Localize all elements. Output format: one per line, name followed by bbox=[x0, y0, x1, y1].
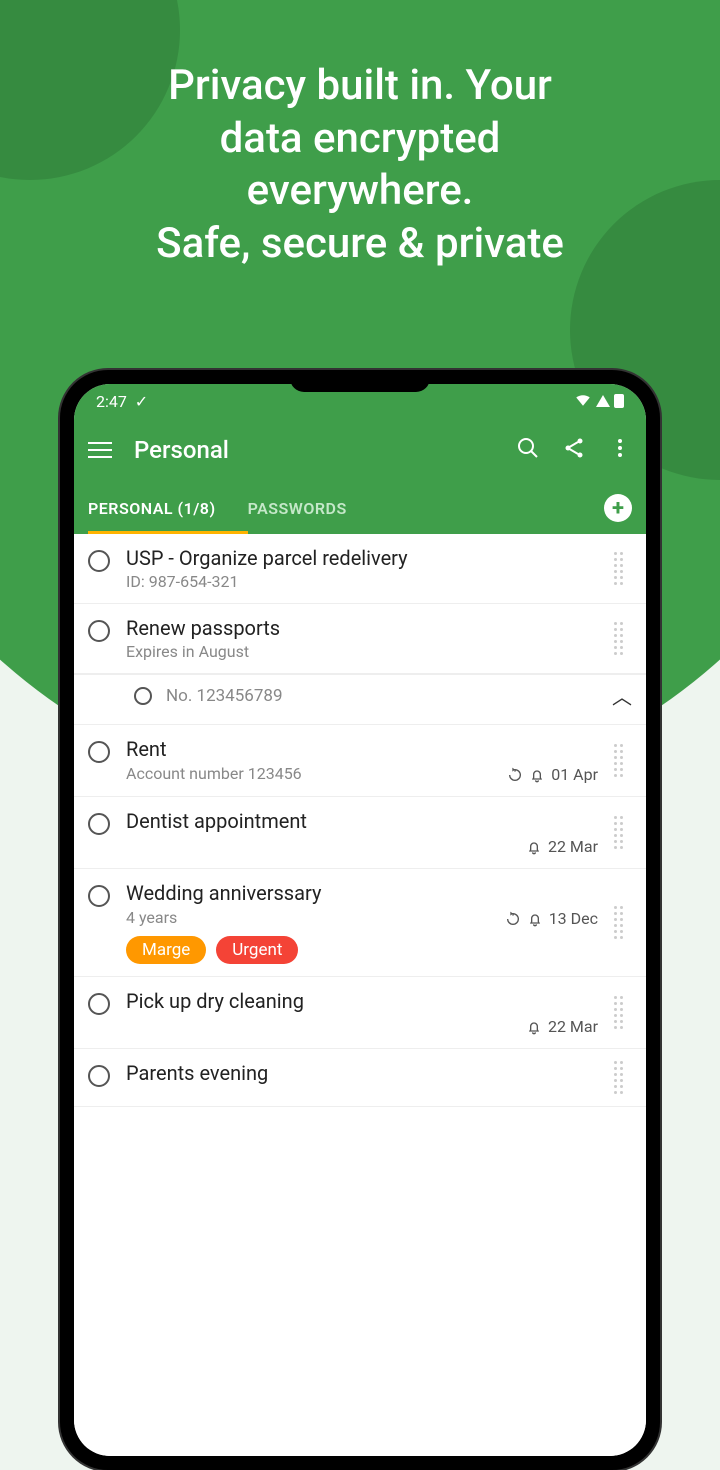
task-subtitle: ID: 987-654-321 bbox=[126, 572, 598, 591]
phone-screen: 2:47 ✓ Personal bbox=[74, 384, 646, 1456]
drag-handle-icon[interactable] bbox=[614, 1061, 632, 1094]
drag-handle-icon[interactable] bbox=[614, 552, 632, 585]
app-bar: Personal bbox=[74, 418, 646, 482]
task-title: Rent bbox=[126, 737, 598, 761]
battery-icon bbox=[614, 394, 624, 408]
subtask-row[interactable]: No. 123456789 ︿ bbox=[74, 674, 646, 725]
bell-icon bbox=[526, 1019, 542, 1035]
list-item[interactable]: Dentist appointment 22 Mar bbox=[74, 797, 646, 869]
add-tab-button[interactable]: + bbox=[604, 494, 632, 522]
signal-icon bbox=[596, 395, 610, 407]
task-date: 01 Apr bbox=[551, 765, 598, 784]
list-item[interactable]: Rent Account number 123456 01 Apr bbox=[74, 725, 646, 797]
list-item[interactable]: Parents evening bbox=[74, 1049, 646, 1107]
tab-bar: PERSONAL (1/8) PASSWORDS + bbox=[74, 482, 646, 534]
task-subtitle: Account number 123456 bbox=[126, 764, 507, 783]
drag-handle-icon[interactable] bbox=[614, 622, 632, 655]
task-date: 13 Dec bbox=[549, 909, 598, 928]
refresh-icon bbox=[507, 767, 523, 783]
task-title: Renew passports bbox=[126, 616, 598, 640]
marketing-headline: Privacy built in. Your data encrypted ev… bbox=[0, 0, 720, 270]
task-tag[interactable]: Marge bbox=[126, 936, 206, 964]
task-list[interactable]: USP - Organize parcel redelivery ID: 987-… bbox=[74, 534, 646, 1456]
task-checkbox[interactable] bbox=[88, 993, 110, 1015]
page-title: Personal bbox=[134, 436, 494, 464]
menu-icon[interactable] bbox=[88, 442, 112, 458]
tab-personal[interactable]: PERSONAL (1/8) bbox=[88, 499, 216, 518]
task-date: 22 Mar bbox=[548, 837, 598, 856]
subtask-title: No. 123456789 bbox=[166, 686, 283, 706]
list-item[interactable]: Pick up dry cleaning 22 Mar bbox=[74, 977, 646, 1049]
status-time: 2:47 bbox=[96, 392, 127, 411]
subtask-checkbox[interactable] bbox=[134, 687, 152, 705]
bell-icon bbox=[526, 839, 542, 855]
wifi-icon bbox=[574, 390, 592, 412]
drag-handle-icon[interactable] bbox=[614, 744, 632, 777]
drag-handle-icon[interactable] bbox=[614, 816, 632, 849]
task-checkbox[interactable] bbox=[88, 813, 110, 835]
task-subtitle: Expires in August bbox=[126, 642, 598, 661]
bell-icon bbox=[527, 911, 543, 927]
task-title: Wedding anniverssary bbox=[126, 881, 598, 905]
task-checkbox[interactable] bbox=[88, 741, 110, 763]
task-title: Pick up dry cleaning bbox=[126, 989, 598, 1013]
drag-handle-icon[interactable] bbox=[614, 996, 632, 1029]
task-title: USP - Organize parcel redelivery bbox=[126, 546, 598, 570]
task-checkbox[interactable] bbox=[88, 1065, 110, 1087]
phone-frame: 2:47 ✓ Personal bbox=[60, 370, 660, 1470]
task-checkbox[interactable] bbox=[88, 620, 110, 642]
bell-icon bbox=[529, 767, 545, 783]
share-icon[interactable] bbox=[562, 436, 586, 464]
search-icon[interactable] bbox=[516, 436, 540, 464]
overflow-icon[interactable] bbox=[608, 436, 632, 464]
tab-passwords[interactable]: PASSWORDS bbox=[248, 499, 347, 518]
task-tag[interactable]: Urgent bbox=[216, 936, 298, 964]
task-checkbox[interactable] bbox=[88, 550, 110, 572]
task-date: 22 Mar bbox=[548, 1017, 598, 1036]
status-check-icon: ✓ bbox=[135, 392, 148, 411]
task-title: Dentist appointment bbox=[126, 809, 598, 833]
collapse-icon[interactable]: ︿ bbox=[612, 681, 632, 710]
task-subtitle: 4 years bbox=[126, 908, 505, 927]
task-checkbox[interactable] bbox=[88, 885, 110, 907]
refresh-icon bbox=[505, 911, 521, 927]
list-item[interactable]: Wedding anniverssary 4 years 13 Dec Marge Ur… bbox=[74, 869, 646, 977]
task-title: Parents evening bbox=[126, 1061, 598, 1085]
list-item[interactable]: USP - Organize parcel redelivery ID: 987-… bbox=[74, 534, 646, 604]
drag-handle-icon[interactable] bbox=[614, 906, 632, 939]
list-item[interactable]: Renew passports Expires in August bbox=[74, 604, 646, 674]
